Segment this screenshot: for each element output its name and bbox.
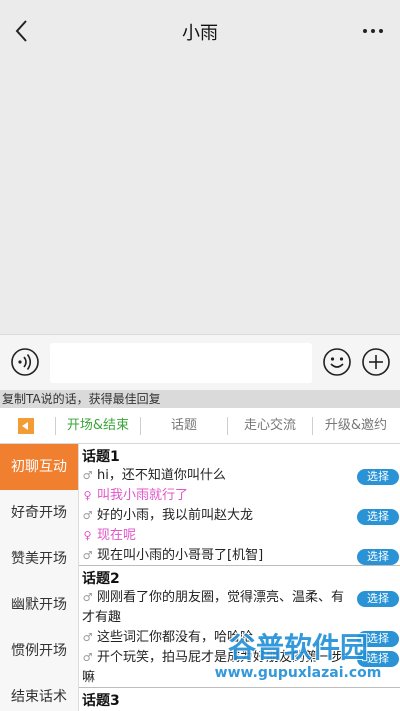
voice-icon[interactable] [10,347,40,377]
female-icon: ♀ [83,529,92,542]
list-item: ♀ 现在呢 [82,526,350,546]
male-icon: ♂ [82,631,93,644]
choose-button[interactable]: 选择 [357,469,399,485]
divider [79,687,400,688]
male-icon: ♂ [82,469,93,482]
plus-icon[interactable] [361,347,391,377]
choose-button[interactable]: 选择 [357,631,399,647]
topic-title: 话题3 [82,693,120,709]
category-tabs: 开场&结束 话题 走心交流 升级&邀约 [0,408,400,444]
tab-divider [55,417,56,435]
sidebar-item-praise-opening[interactable]: 赞美开场 [0,536,78,582]
male-icon: ♂ [82,509,93,522]
phrase-list[interactable]: 话题1 ♂ hi，还不知道你叫什么 选择 ♀ 叫我小雨就行了 ♂ 好的小雨，我以前叫赵… [78,444,400,711]
chat-title: 小雨 [182,23,218,44]
list-item: ♀ 叫我小雨就行了 [82,486,350,506]
message-area[interactable] [0,62,400,334]
hint-text: 复制TA说的话，获得最佳回复 [0,390,400,408]
more-dots-icon[interactable] [360,20,386,42]
list-item: ♂ 好的小雨，我以前叫赵大龙 [82,506,350,526]
chat-header: 小雨 [0,0,400,62]
list-item: ♂ 现在叫小雨的小哥哥了[机智] [82,546,350,566]
tab-divider [312,417,313,435]
male-icon: ♂ [82,591,93,604]
tab-divider [140,417,141,435]
topic-title: 话题2 [82,571,120,587]
choose-button[interactable]: 选择 [357,591,399,607]
tab-upgrade-invite[interactable]: 升级&邀约 [314,408,398,444]
tab-divider [227,417,228,435]
sidebar-item-curious-opening[interactable]: 好奇开场 [0,490,78,536]
choose-button[interactable]: 选择 [357,509,399,525]
topic-title: 话题1 [82,449,120,465]
choose-button[interactable]: 选择 [357,549,399,565]
female-icon: ♀ [83,489,92,502]
list-item: ♂ 开个玩笑，拍马屁才是成为好朋友的第一步嘛 [82,650,345,685]
divider [79,565,400,566]
sidebar: 初聊互动 好奇开场 赞美开场 幽默开场 惯例开场 结束话术 [0,444,78,711]
input-bar [0,334,400,390]
message-input[interactable] [50,343,312,383]
sidebar-item-first-chat[interactable]: 初聊互动 [0,444,78,490]
tab-back-arrow-icon[interactable] [18,418,34,434]
choose-button[interactable]: 选择 [357,651,399,667]
male-icon: ♂ [82,549,93,562]
smiley-icon[interactable] [322,347,352,377]
sidebar-item-humor-opening[interactable]: 幽默开场 [0,582,78,628]
list-item: ♂ 刚刚看了你的朋友圈，觉得漂亮、温柔、有才有趣 [82,590,345,625]
sidebar-item-routine-opening[interactable]: 惯例开场 [0,628,78,674]
list-item: ♂ hi，还不知道你叫什么 [82,466,350,486]
tab-topics[interactable]: 话题 [142,408,226,444]
list-item: ♂ 这些词汇你都没有，哈哈哈 [82,628,350,648]
tab-opening-ending[interactable]: 开场&结束 [57,408,139,444]
tab-heart-talk[interactable]: 走心交流 [229,408,311,444]
male-icon: ♂ [82,651,93,664]
sidebar-item-ending-phrases[interactable]: 结束话术 [0,674,78,711]
